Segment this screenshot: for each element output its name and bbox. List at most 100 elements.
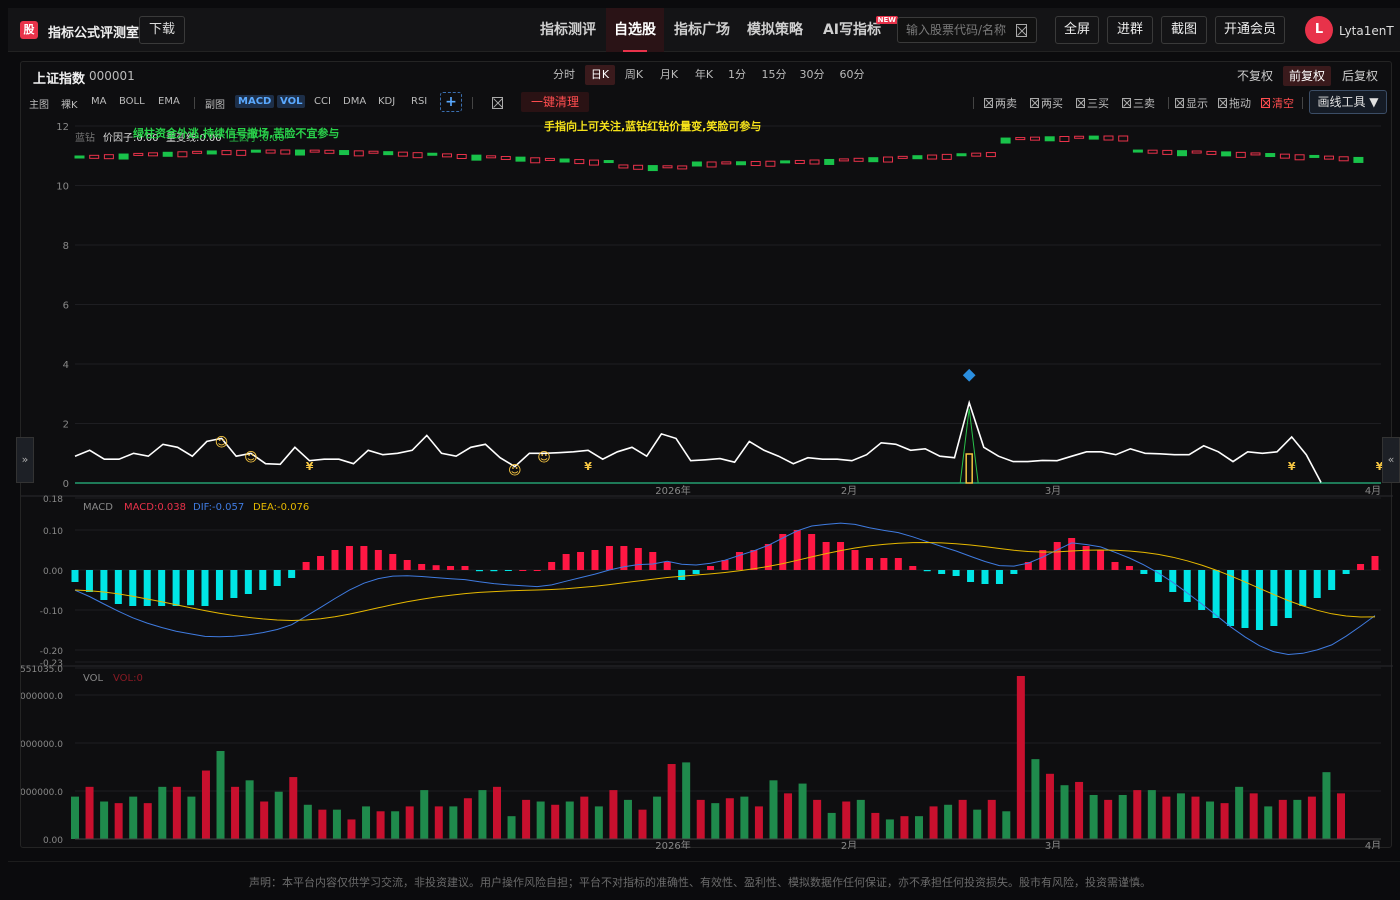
fullscreen-button[interactable]: 全屏: [1055, 16, 1099, 44]
macd-bar: [1140, 570, 1148, 574]
vip-button[interactable]: 开通会员: [1215, 16, 1285, 44]
candle: [236, 149, 247, 156]
macd-bar: [750, 550, 758, 570]
nav-sim-strategy[interactable]: 模拟策略: [740, 8, 810, 52]
download-button[interactable]: 下载: [139, 16, 185, 44]
volume-bar: [231, 786, 240, 839]
macd-bar: [605, 546, 613, 570]
volume-bar: [580, 796, 589, 839]
candle: [971, 152, 982, 157]
nav-indicator-review[interactable]: 指标测评: [530, 8, 606, 52]
x-tick-label: 2026年: [655, 484, 690, 497]
macd-bar: [707, 566, 715, 570]
macd-bar: [1111, 562, 1119, 570]
volume-bar: [915, 816, 923, 839]
macd-bar: [504, 570, 512, 571]
volume-bar: [551, 804, 560, 839]
candle: [838, 158, 849, 162]
candle: [794, 159, 805, 164]
candle: [956, 153, 967, 157]
volume-bar: [623, 799, 632, 839]
macd-bar: [475, 570, 483, 572]
x-tick-label: 2月: [841, 485, 857, 497]
nav-indicator-square[interactable]: 指标广场: [664, 8, 740, 52]
candle: [750, 161, 761, 167]
candle: [1015, 137, 1026, 141]
macd-bar: [548, 562, 556, 570]
candle: [324, 149, 335, 154]
macd-bar: [114, 570, 122, 604]
macd-bar: [447, 566, 455, 570]
macd-bar: [389, 554, 397, 570]
macd-bar: [678, 570, 686, 580]
volume-bar: [1206, 801, 1215, 839]
candle: [1044, 136, 1055, 142]
y-tick-label: 551035.0: [21, 665, 63, 675]
macd-bar: [952, 570, 960, 576]
dea-line: [74, 541, 1376, 622]
macd-bar: [273, 570, 281, 586]
username[interactable]: Lyta1enT: [1339, 24, 1394, 38]
macd-bar: [403, 560, 411, 570]
macd-bar: [215, 570, 223, 600]
candle: [853, 157, 864, 162]
volume-bar: [1322, 772, 1331, 839]
candle: [1088, 135, 1099, 140]
macd-bar: [837, 542, 845, 570]
macd-bar: [85, 570, 93, 592]
candle: [691, 161, 702, 167]
macd-bar: [302, 562, 310, 570]
volume-bar: [1220, 803, 1229, 839]
search-input[interactable]: [906, 18, 1014, 42]
right-collapse-handle[interactable]: «: [1382, 437, 1400, 483]
y-tick-label: 8: [63, 241, 69, 252]
macd-bar: [1053, 542, 1061, 570]
join-group-button[interactable]: 进群: [1107, 16, 1153, 44]
volume-bar: [958, 799, 967, 839]
candle: [1250, 152, 1261, 156]
candle: [780, 160, 791, 164]
macd-bar: [360, 546, 368, 570]
volume-bar: [754, 806, 763, 839]
x-tick-label: 3月: [1045, 485, 1061, 497]
nav-ai-indicator[interactable]: AI写指标 NEW: [816, 8, 898, 52]
avatar[interactable]: L: [1305, 16, 1333, 44]
candle: [603, 160, 614, 164]
macd-bar: [1010, 570, 1018, 574]
candle: [985, 152, 996, 158]
screenshot-button[interactable]: 截图: [1161, 16, 1207, 44]
clear-search-icon[interactable]: [1016, 24, 1027, 37]
stock-search[interactable]: [897, 17, 1037, 43]
macd-bar: [591, 550, 599, 570]
volume-bar: [71, 796, 79, 839]
chart-canvas[interactable]: 024681012☺☺☺☺¥ ¥ ¥ ¥2026年 2月 3月 4月 0.180.100.0…: [21, 62, 1393, 849]
candle: [1353, 156, 1364, 163]
candle: [515, 156, 526, 162]
indicator-line: [74, 399, 1322, 483]
candle: [427, 152, 438, 156]
candle: [544, 157, 555, 161]
volume-bar: [536, 801, 545, 839]
y-tick-label: 12: [56, 122, 69, 133]
volume-bar: [376, 811, 385, 839]
macd-bar: [995, 570, 1003, 584]
candle: [633, 164, 644, 170]
volume-bar: [653, 796, 662, 839]
volume-bar: [201, 770, 210, 839]
candle: [1279, 153, 1290, 159]
dif-value: DIF:-0.057: [193, 502, 245, 513]
candle: [1206, 150, 1217, 155]
nav-watchlist[interactable]: 自选股: [606, 8, 664, 52]
volume-bar: [507, 816, 516, 839]
candle: [442, 153, 452, 158]
volume-bar: [1118, 794, 1127, 839]
volume-bar: [347, 819, 356, 839]
macd-bar: [692, 570, 700, 574]
volume-bar: [609, 790, 618, 839]
volume-bar: [114, 803, 123, 839]
macd-bar: [100, 570, 108, 600]
smile-face-icon: ☺: [215, 435, 229, 450]
y-tick-label: 0.00: [43, 567, 63, 577]
candle: [530, 157, 541, 164]
left-collapse-handle[interactable]: »: [16, 437, 34, 483]
